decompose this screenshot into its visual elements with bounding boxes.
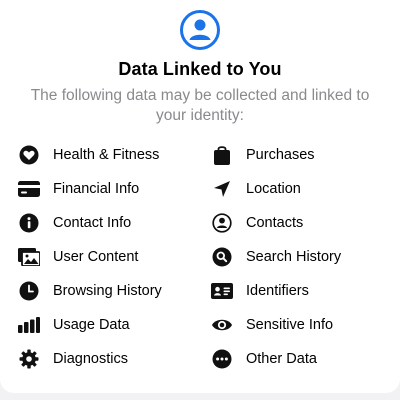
- list-item-label: Contact Info: [53, 215, 132, 231]
- list-item-other-data: Other Data: [211, 342, 400, 376]
- list-item-diagnostics: Diagnostics: [18, 342, 208, 376]
- gear-icon: [18, 348, 40, 370]
- list-item-label: User Content: [53, 249, 139, 265]
- list-item-label: Financial Info: [53, 181, 140, 197]
- list-item-label: Search History: [246, 249, 342, 265]
- list-item-label: Location: [246, 181, 301, 197]
- photos-icon: [18, 246, 40, 268]
- privacy-card: Data Linked to You The following data ma…: [0, 0, 400, 393]
- list-item-financial-info: Financial Info: [18, 172, 208, 206]
- list-item-contact-info: Contact Info: [18, 206, 208, 240]
- list-item-label: Usage Data: [53, 317, 130, 333]
- page-subtitle: The following data may be collected and …: [30, 87, 370, 124]
- location-arrow-icon: [211, 178, 233, 200]
- right-column: Purchases Location Contacts Search Histo…: [211, 138, 400, 376]
- ellipsis-circle-icon: [211, 348, 233, 370]
- person-circle-icon: [179, 9, 221, 51]
- list-item-user-content: User Content: [18, 240, 208, 274]
- list-item-browsing-history: Browsing History: [18, 274, 208, 308]
- list-item-label: Other Data: [246, 351, 317, 367]
- credit-card-icon: [18, 178, 40, 200]
- person-circle-outline-icon: [211, 212, 233, 234]
- heart-icon: [18, 144, 40, 166]
- info-icon: [18, 212, 40, 234]
- id-card-icon: [211, 280, 233, 302]
- eye-icon: [211, 314, 233, 336]
- list-item-identifiers: Identifiers: [211, 274, 400, 308]
- left-column: Health & Fitness Financial Info Contact …: [18, 138, 208, 376]
- list-item-label: Identifiers: [246, 283, 309, 299]
- list-item-usage-data: Usage Data: [18, 308, 208, 342]
- list-item-label: Browsing History: [53, 283, 162, 299]
- bar-chart-icon: [18, 314, 40, 336]
- magnifier-icon: [211, 246, 233, 268]
- list-item-label: Contacts: [246, 215, 304, 231]
- shopping-bag-icon: [211, 144, 233, 166]
- list-item-health-fitness: Health & Fitness: [18, 138, 208, 172]
- list-item-contacts: Contacts: [211, 206, 400, 240]
- list-item-label: Purchases: [246, 147, 315, 163]
- list-item-label: Sensitive Info: [246, 317, 334, 333]
- list-item-label: Diagnostics: [53, 351, 128, 367]
- list-item-purchases: Purchases: [211, 138, 400, 172]
- list-item-sensitive-info: Sensitive Info: [211, 308, 400, 342]
- list-item-location: Location: [211, 172, 400, 206]
- list-item-search-history: Search History: [211, 240, 400, 274]
- page-title: Data Linked to You: [118, 59, 282, 79]
- clock-icon: [18, 280, 40, 302]
- list-item-label: Health & Fitness: [53, 147, 160, 163]
